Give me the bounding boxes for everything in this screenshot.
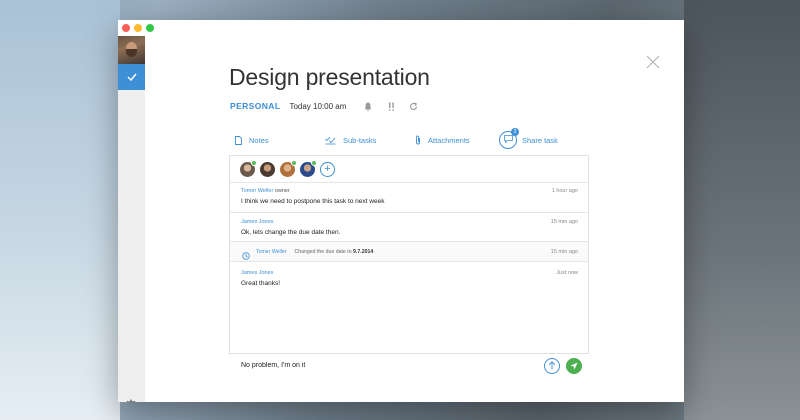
tab-subtasks[interactable]: Sub-tasks [325, 129, 376, 151]
online-indicator [311, 159, 317, 166]
task-meta: PERSONAL Today 10:00 am [230, 99, 418, 113]
plus-icon: + [324, 162, 331, 175]
checklist-icon [325, 136, 336, 145]
desktop-background-left [0, 0, 120, 420]
comment-author[interactable]: James Jones [241, 270, 273, 276]
paperclip-icon [415, 135, 421, 145]
online-indicator [251, 159, 257, 166]
tab-notes-label: Notes [249, 135, 269, 145]
comment-time: 1 hour ago [551, 188, 578, 194]
gear-icon[interactable] [125, 398, 137, 402]
zoom-window-button[interactable] [146, 24, 154, 32]
comment-text: Great thanks! [241, 280, 281, 287]
comment-time: Just now [556, 270, 578, 276]
activity-time: 15 min ago [550, 249, 578, 255]
comments-panel: + Tomer Weller owner 1 hour ago I think … [229, 155, 589, 379]
sidebar [118, 36, 145, 402]
comment-text: I think we need to postpone this task to… [241, 198, 385, 205]
online-indicator [291, 159, 297, 166]
member-avatar[interactable] [240, 159, 257, 177]
comment-item: Tomer Weller owner 1 hour ago I think we… [230, 183, 588, 213]
minimize-window-button[interactable] [134, 24, 142, 32]
member-avatar[interactable] [300, 159, 317, 177]
share-count-badge: 3 [511, 128, 519, 136]
tab-share-task[interactable]: 3 Share task [499, 128, 558, 151]
activity-date: 9.7.2014 [353, 249, 374, 255]
desktop-background-right [684, 0, 800, 420]
tab-attachments[interactable]: Attachments [415, 129, 470, 151]
member-avatar[interactable] [260, 161, 275, 177]
comment-author[interactable]: James Jones [241, 219, 273, 225]
comment-time: 15 min ago [550, 219, 578, 225]
share-button-circle: 3 [499, 128, 519, 149]
comment-text: Ok, lets change the due date then. [241, 229, 341, 236]
activity-description: Changed the due date to [294, 249, 352, 255]
comment-item: James Jones 15 min ago Ok, lets change t… [230, 213, 588, 242]
user-avatar[interactable] [118, 36, 145, 64]
activity-item: Tomer Weller Changed the due date to 9.7.… [230, 242, 588, 262]
sidebar-tasks-button[interactable] [118, 64, 145, 90]
bell-icon[interactable] [364, 102, 372, 111]
add-member-button[interactable]: + [320, 161, 335, 177]
tab-notes[interactable]: Notes [235, 129, 269, 151]
app-window: Design presentation PERSONAL Today 10:00… [118, 20, 684, 402]
tab-subtasks-label: Sub-tasks [343, 135, 377, 145]
chat-icon [503, 135, 513, 145]
send-button[interactable] [566, 358, 582, 374]
tab-attachments-label: Attachments [428, 135, 470, 145]
close-icon[interactable] [645, 54, 661, 70]
comment-author-role: owner [274, 188, 290, 194]
activity-author[interactable]: Tomer Weller [256, 249, 286, 255]
task-tabs: Notes Sub-tasks Attachments 3 Share task [229, 128, 591, 151]
task-list-label[interactable]: PERSONAL [230, 101, 280, 111]
arrow-up-icon [548, 357, 556, 375]
check-icon [126, 68, 137, 86]
document-icon [235, 135, 242, 145]
send-icon [570, 357, 578, 375]
comment-author[interactable]: Tomer Weller owner [241, 188, 290, 194]
member-avatar[interactable] [280, 159, 297, 177]
task-due-date[interactable]: Today 10:00 am [289, 102, 346, 111]
comment-item: James Jones Just now Great thanks! [230, 263, 588, 293]
priority-icon[interactable] [388, 102, 395, 111]
comment-composer [229, 353, 589, 379]
member-list: + [240, 159, 335, 178]
upload-button[interactable] [544, 358, 560, 374]
title-bar [118, 20, 684, 36]
tab-share-task-label: Share task [522, 135, 558, 145]
close-window-button[interactable] [122, 24, 130, 32]
task-title[interactable]: Design presentation [229, 64, 430, 91]
activity-text: Tomer Weller Changed the due date to 9.7.… [256, 249, 373, 255]
comment-input[interactable] [241, 362, 531, 369]
repeat-icon[interactable] [409, 101, 418, 111]
